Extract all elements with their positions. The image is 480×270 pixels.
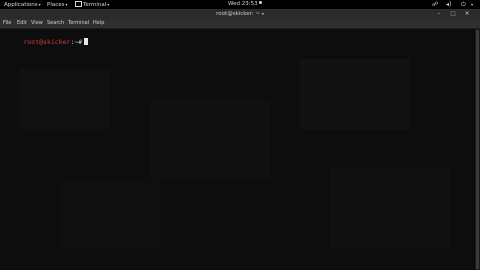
menu-file[interactable]: File — [3, 19, 11, 28]
text-cursor — [84, 38, 89, 45]
applications-menu-label: Applications — [4, 2, 38, 8]
menu-help[interactable]: Help — [93, 19, 104, 28]
volume-icon[interactable]: ◂) — [446, 1, 451, 8]
terminal-output-area[interactable]: root@skicker:~# — [0, 29, 475, 270]
system-menu-chevron-icon[interactable]: ▾ — [471, 1, 473, 8]
background-texture — [330, 169, 450, 249]
desktop-screen: Applications▾ Places▾ Terminal▾ Wed 23:5… — [0, 0, 480, 270]
window-title-bar[interactable]: root@skicker: ~ ▾ – □ ✕ — [0, 9, 480, 19]
places-menu-label: Places — [47, 2, 65, 8]
menu-search[interactable]: Search — [47, 19, 64, 28]
window-title-label: root@skicker: ~ — [216, 11, 261, 17]
window-menu-chevron-icon[interactable]: ▾ — [262, 11, 264, 16]
terminal-app-menu-label: Terminal — [83, 2, 107, 8]
chevron-down-icon: ▾ — [107, 2, 110, 7]
places-menu[interactable]: Places▾ — [47, 0, 68, 9]
prompt-user-host: root@skicker — [23, 38, 71, 46]
maximize-button[interactable]: □ — [450, 11, 456, 17]
clock-label: Wed 23:53 — [228, 1, 258, 7]
terminal-icon — [75, 0, 82, 7]
power-icon[interactable]: ⏻ — [461, 1, 466, 8]
background-texture — [20, 69, 110, 129]
background-texture — [300, 59, 410, 129]
menu-view[interactable]: View — [31, 19, 43, 28]
terminal-app-menu[interactable]: Terminal▾ — [75, 0, 109, 9]
menu-edit[interactable]: Edit — [17, 19, 27, 28]
background-texture — [60, 179, 160, 249]
close-button[interactable]: ✕ — [464, 11, 470, 17]
scrollbar-thumb[interactable] — [476, 30, 479, 269]
chevron-down-icon: ▾ — [38, 2, 41, 7]
applications-menu[interactable]: Applications▾ — [4, 0, 41, 9]
terminal-scrollbar[interactable] — [475, 29, 480, 270]
window-title: root@skicker: ~ ▾ — [0, 9, 480, 19]
background-texture — [150, 99, 270, 179]
minimize-button[interactable]: – — [436, 11, 442, 17]
chevron-down-icon: ▾ — [65, 2, 68, 7]
top-panel: Applications▾ Places▾ Terminal▾ Wed 23:5… — [0, 0, 480, 9]
prompt-symbol: # — [78, 38, 83, 46]
clock[interactable]: Wed 23:53 — [228, 0, 262, 9]
network-icon[interactable]: ☍ — [432, 1, 438, 8]
menu-bar: File Edit View Search Terminal Help — [0, 19, 480, 29]
shell-prompt: root@skicker:~# — [0, 30, 89, 54]
notification-dot-icon — [258, 1, 262, 4]
menu-terminal[interactable]: Terminal — [68, 19, 89, 28]
